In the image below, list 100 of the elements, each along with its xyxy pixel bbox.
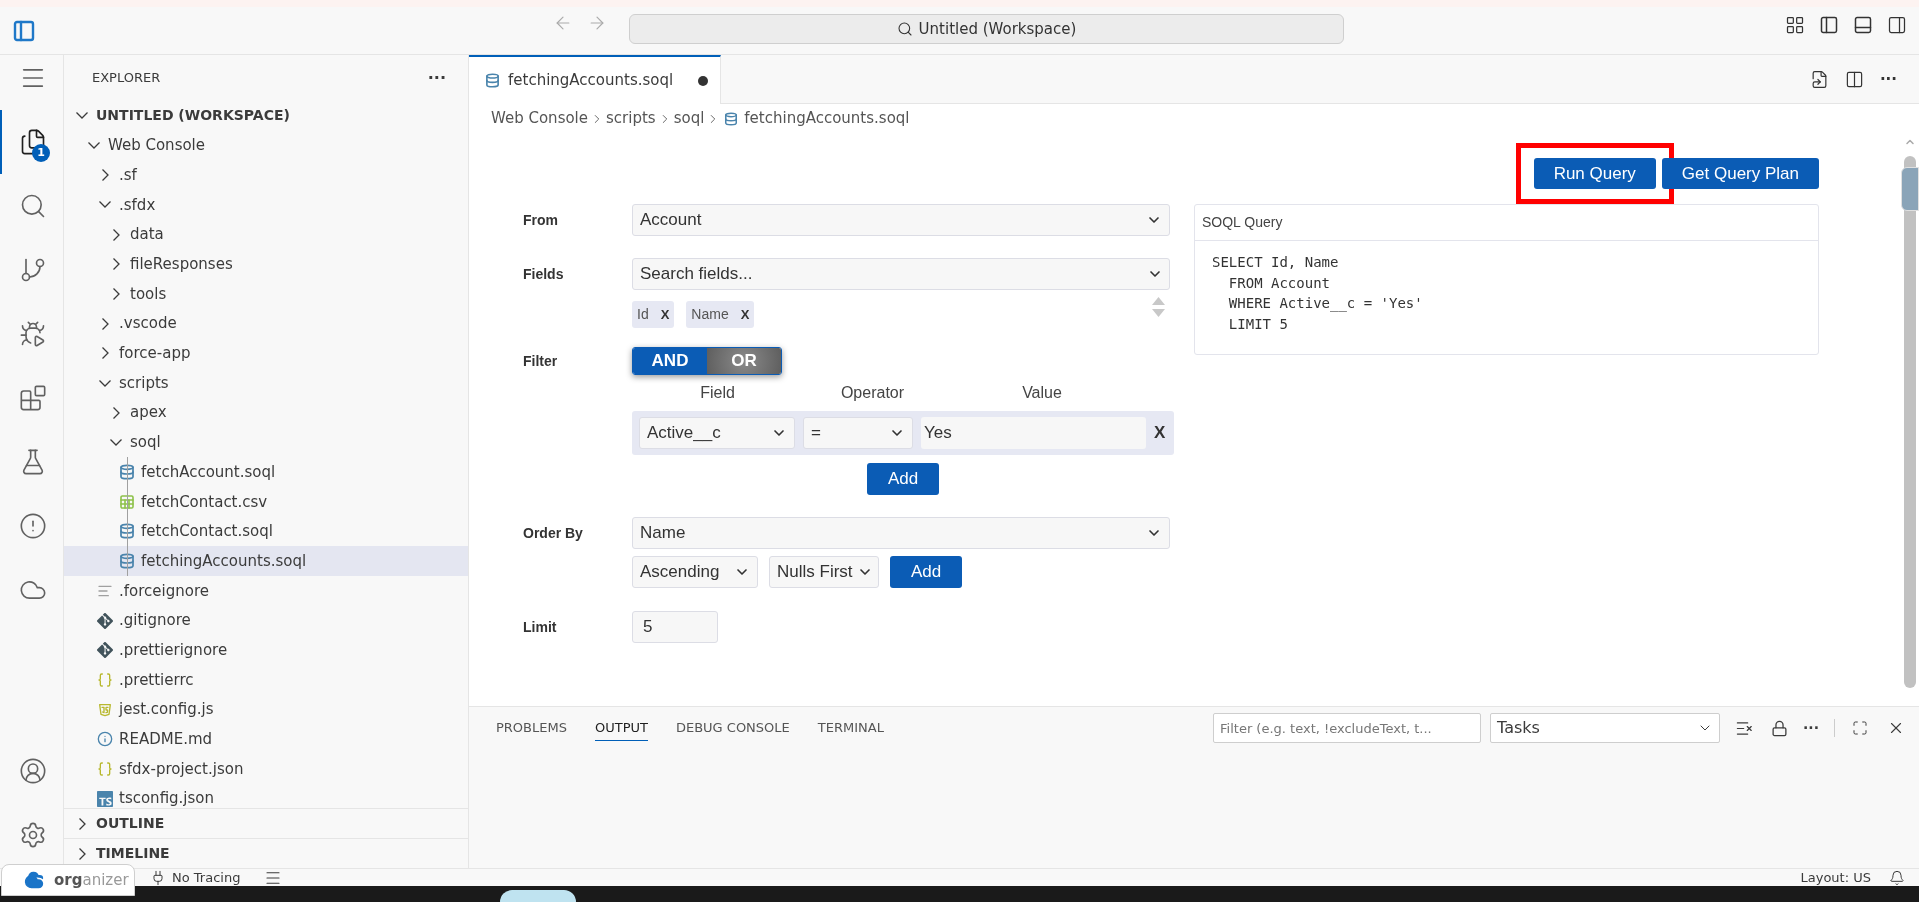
field-label: From [523,210,559,230]
js-icon [97,701,113,718]
plug-icon[interactable] [150,869,166,886]
file-item[interactable]: sfdx-project.json [64,754,468,784]
git-icon [97,612,113,629]
file-item[interactable]: fetchContact.soql [64,516,468,547]
remove-condition[interactable]: X [1154,420,1166,446]
operator-select[interactable]: = [803,417,913,449]
breadcrumb-item[interactable]: soql [673,107,705,130]
folder-item[interactable]: .sfdx [64,190,468,220]
soql-code: SELECT Id, Name FROM Account WHERE Active__c = 'Yes' LIMIT 5 [1211,253,1424,334]
chevron-right-icon [78,847,86,860]
git-icon [97,642,113,659]
folder-item[interactable]: fileResponses [64,249,468,280]
folder-item[interactable]: .sf [64,160,468,191]
chevron-right-icon [112,287,120,300]
remove-chip[interactable]: X [660,304,670,325]
badge: 1 [32,144,50,162]
side-panel-handle[interactable] [1901,167,1919,211]
more-actions[interactable]: ··· [427,66,446,90]
folder-item[interactable]: force-app [64,338,468,369]
folder-item[interactable]: scripts [64,368,468,398]
panel-right-icon[interactable] [1887,15,1907,35]
field-label: Fields [523,264,565,284]
add-button[interactable]: Add [867,463,939,495]
from-select[interactable]: Account [632,204,1170,236]
breadcrumb-item[interactable]: Web Console [491,107,589,130]
output-filter-field[interactable]: Filter (e.g. text, !excludeText, t... [1213,713,1482,743]
file-item[interactable]: README.md [64,724,468,755]
panel-tab[interactable]: DEBUG CONSOLE [675,715,790,741]
more-actions[interactable]: ··· [1803,717,1819,739]
command-center[interactable]: Untitled (Workspace) [629,14,1344,44]
file-item[interactable]: .prettierignore [64,635,468,666]
chevron-right-icon [101,317,109,330]
braces-icon [97,760,113,777]
folder-item[interactable]: .vscode [64,308,468,339]
query-button[interactable]: Get Query Plan [1661,158,1819,189]
workspace-header[interactable]: UNTITLED (WORKSPACE) [64,101,468,131]
org-tab[interactable]: organizer [1,864,135,896]
limit-field[interactable]: 5 [632,611,718,643]
scrollbar-thumb[interactable] [1903,156,1916,688]
chevron-right-icon [78,817,86,830]
folder-item[interactable]: apex [64,397,468,428]
field-select[interactable]: Active__c [639,417,795,449]
file-item[interactable]: jest.config.js [64,694,468,725]
blocks-icon [18,384,47,412]
layout-icon[interactable] [1785,15,1805,35]
chevron-right-icon [112,406,120,419]
column-heading: Operator [839,383,906,403]
query-button[interactable]: Run Query [1533,158,1656,189]
database-icon [119,523,135,540]
braces-icon [97,671,113,688]
file-item[interactable]: fetchingAccounts.soql [64,546,468,576]
filter-mode-toggle[interactable]: OR [707,348,781,374]
folder-item[interactable]: data [64,219,468,250]
chevron-right-icon [112,228,120,241]
file-item[interactable]: tsconfig.json [64,783,468,808]
nulls-select[interactable]: Nulls First [769,556,879,588]
filter-mode-toggle[interactable]: AND [633,348,707,374]
file-item[interactable]: .gitignore [64,605,468,636]
split-editor-icon[interactable] [1844,69,1864,89]
tracing-status[interactable]: No Tracing [172,867,241,888]
remove-chip[interactable]: X [740,304,750,325]
lock-icon[interactable] [1771,719,1789,737]
sidebar-logo-icon [12,18,36,43]
panel-tab[interactable]: TERMINAL [817,715,884,741]
chevron-right-icon [112,258,120,271]
add-button[interactable]: Add [890,556,962,588]
column-heading: Field [699,383,736,403]
keyboard-layout[interactable]: Layout: US [1800,867,1871,888]
editor-tab[interactable]: fetchingAccounts.soql [469,55,721,104]
file-item[interactable]: fetchContact.csv [64,486,468,517]
breadcrumb-item[interactable]: scripts [606,107,656,130]
value-field[interactable]: Yes [921,417,1146,449]
direction-select[interactable]: Ascending [632,556,758,588]
database-icon [119,464,135,481]
file-item[interactable]: .forceignore [64,576,468,606]
order-field-select[interactable]: Name [632,517,1170,549]
chevron-down-icon [88,142,100,150]
file-item[interactable]: .prettierrc [64,665,468,695]
panel-tab[interactable]: PROBLEMS [496,715,567,741]
notifications-icon[interactable] [1889,869,1905,886]
breadcrumb-item[interactable]: fetchingAccounts.soql [744,107,910,130]
panel-tab[interactable]: OUTPUT [594,715,648,741]
panel-left-icon[interactable] [1819,15,1839,35]
maximize-icon[interactable] [1852,720,1868,736]
search-icon [896,21,913,37]
column-heading: Value [1021,383,1063,403]
ts-icon [97,790,113,807]
section-header[interactable]: OUTLINE [64,808,468,838]
folder-item[interactable]: soql [64,427,468,458]
fields-search-field[interactable]: Search fields... [632,258,1170,290]
panel-bottom-icon[interactable] [1853,15,1873,35]
folder-item[interactable]: tools [64,279,468,309]
folder-item[interactable]: Web Console [64,130,468,161]
file-item[interactable]: fetchAccount.soql [64,457,468,487]
more-actions[interactable]: ··· [1879,67,1897,91]
channel-select[interactable]: Tasks [1490,713,1721,743]
spreadsheet-icon [119,493,135,510]
database-icon [724,111,739,126]
